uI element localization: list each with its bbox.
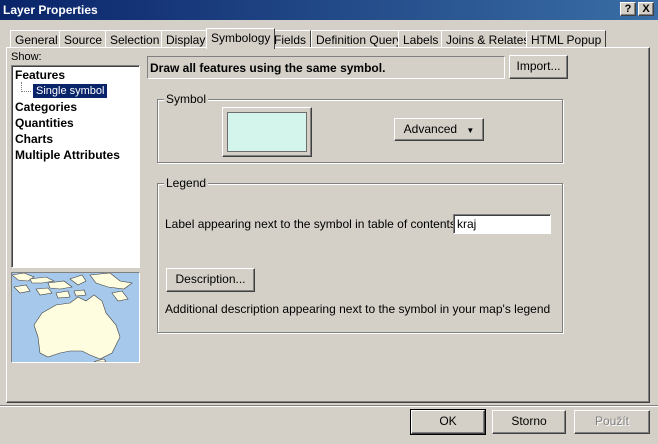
symbol-group-title: Symbol [164,92,209,106]
tree-connector [21,82,31,92]
description-button[interactable]: Description... [166,268,255,292]
symbol-swatch [227,112,307,152]
legend-group-title: Legend [164,176,209,190]
close-button[interactable]: X [638,2,654,16]
symbol-swatch-button[interactable] [222,107,312,157]
help-button[interactable]: ? [620,2,636,16]
map-illustration [12,273,139,362]
tab-display[interactable]: Display [161,30,211,48]
tree-item-features[interactable]: Features [15,68,139,84]
symbol-group: Symbol [157,92,563,163]
tab-labels[interactable]: Labels [398,30,444,48]
description-note: Additional description appearing next to… [165,302,551,316]
tab-definition-query[interactable]: Definition Query [311,30,408,48]
tab-general[interactable]: General [10,30,63,48]
advanced-button[interactable]: Advanced ▼ [394,118,484,141]
tab-symbology[interactable]: Symbology [206,28,276,49]
ok-button[interactable]: OK [410,409,486,435]
tree-item-charts[interactable]: Charts [15,132,139,148]
show-tree[interactable]: Features Single symbol Categories Quanti… [11,65,140,268]
legend-label-input[interactable]: kraj [453,214,551,234]
tab-source[interactable]: Source [59,30,108,48]
advanced-label: Advanced [403,122,458,136]
window-title: Layer Properties [3,3,98,17]
tree-item-quantities[interactable]: Quantities [15,116,139,132]
footer-divider [0,405,658,407]
renderer-description: Draw all features using the same symbol. [147,56,505,79]
preview-map-image [11,272,140,363]
tree-item-categories[interactable]: Categories [15,100,139,116]
show-label: Show: [11,51,42,63]
dropdown-arrow-icon: ▼ [466,126,475,135]
tab-selection[interactable]: Selection [105,30,165,48]
tree-item-single-symbol-label: Single symbol [33,84,108,98]
import-button[interactable]: Import... [509,55,568,79]
tree-item-single-symbol[interactable]: Single symbol [15,82,139,100]
apply-button[interactable]: Použít [574,410,650,434]
tab-joins-relates[interactable]: Joins & Relates [441,30,535,48]
tree-item-multiple-attributes[interactable]: Multiple Attributes [15,148,139,164]
tab-html-popup[interactable]: HTML Popup [526,30,607,48]
title-bar: Layer Properties ? X [0,0,658,20]
cancel-button[interactable]: Storno [492,410,566,434]
label-caption: Label appearing next to the symbol in ta… [165,217,460,231]
